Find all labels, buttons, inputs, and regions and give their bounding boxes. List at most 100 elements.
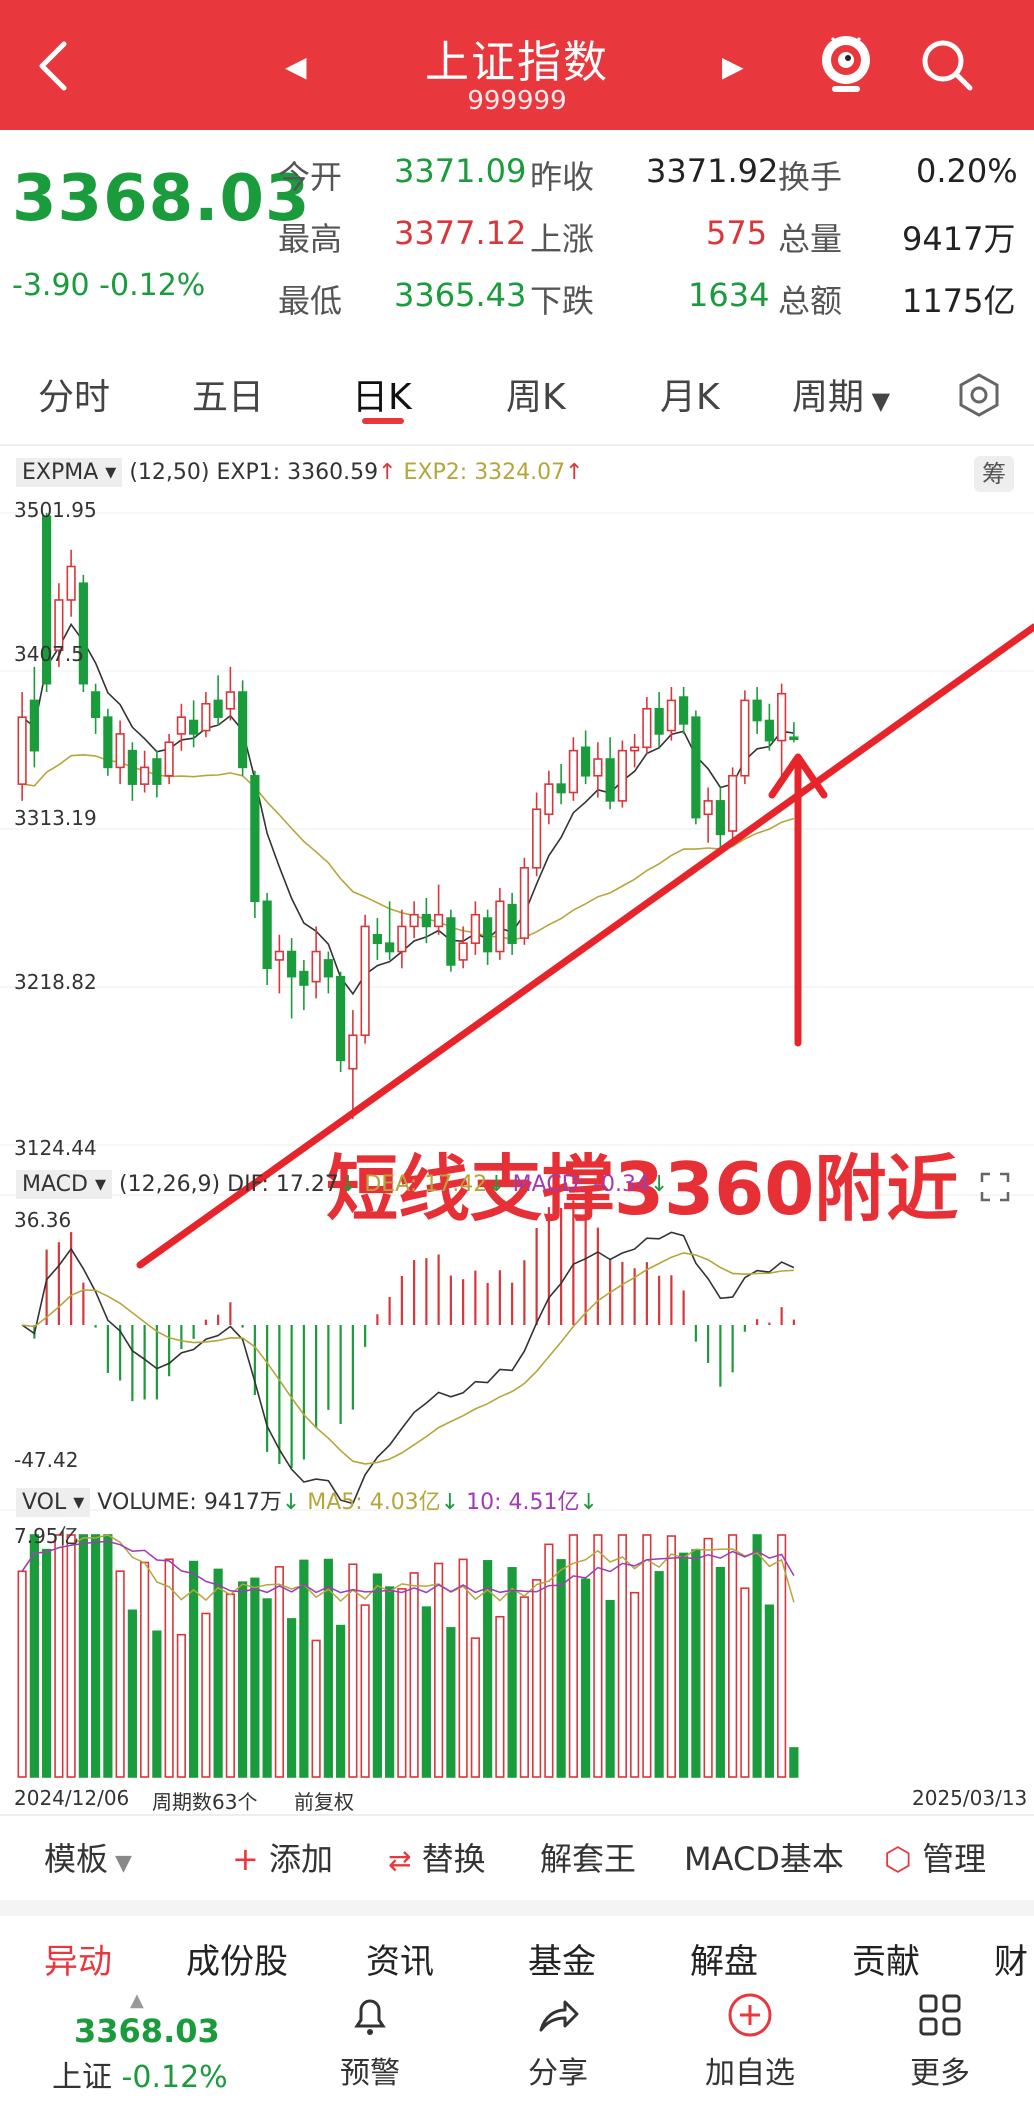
volume-bar [250, 1577, 260, 1778]
candle-body [666, 699, 676, 732]
current-price: 3368.03 [12, 162, 311, 236]
volume-bar [91, 1534, 101, 1778]
candle-body [654, 707, 664, 735]
candle-body [519, 867, 529, 939]
tab-monthly-k[interactable]: 月K [660, 368, 720, 420]
candle-body [176, 716, 186, 735]
tab-funds[interactable]: 基金 [528, 1934, 596, 1983]
indicator-select-macd[interactable]: MACD ▾ [16, 1170, 112, 1199]
volume-bar [42, 1548, 52, 1778]
candle-body [397, 925, 407, 953]
quote-grid: 今开 3371.09 昨收 3371.92 换手 0.20% 最高 3377.1… [278, 144, 1028, 330]
add-button[interactable]: + 添加 [232, 1834, 333, 1880]
top-header: ◀ 上证指数 999999 ▶ [0, 0, 1034, 130]
triangle-right-icon[interactable]: ▶ [722, 50, 744, 83]
tab-contribution[interactable]: 贡献 [852, 1934, 920, 1983]
y-tick-3: 3313.19 [14, 806, 97, 830]
bottom-dock: ▲ 3368.03 上证 -0.12% 预警 分享 加自选 更多 [0, 1990, 1034, 2113]
tab-movement[interactable]: 异动 [44, 1934, 112, 1983]
vol-legend: VOL ▾ VOLUME: 9417万↓ MA5: 4.03亿↓ 10: 4.5… [16, 1484, 598, 1517]
tab-news[interactable]: 资讯 [366, 1934, 434, 1983]
tab-analysis[interactable]: 解盘 [690, 1934, 758, 1983]
dock-index-change[interactable]: 上证 -0.12% [52, 2052, 228, 2096]
candle-body [201, 702, 211, 732]
candle-body [287, 950, 297, 978]
tab-finance[interactable]: 财 [994, 1934, 1028, 1983]
candle-body [189, 719, 199, 735]
quote-row-high: 最高 3377.12 上涨 575 总量 9417万 [278, 214, 1016, 258]
candle-body [323, 959, 333, 978]
volume-bar [434, 1562, 444, 1778]
add-watchlist-button[interactable]: 加自选 [680, 1990, 820, 2092]
candles [17, 512, 799, 1119]
more-button[interactable]: 更多 [870, 1990, 1010, 2092]
tab-daily-k[interactable]: 日K [352, 368, 412, 420]
candle-body [642, 707, 652, 749]
volume-bar [372, 1573, 382, 1778]
macd-basic-button[interactable]: MACD基本 [684, 1834, 844, 1880]
divider [0, 1814, 1034, 1816]
tab-five-day[interactable]: 五日 [192, 368, 264, 420]
candle-body [740, 699, 750, 777]
volume-bar [140, 1561, 150, 1778]
template-button[interactable]: 模板 ▼ [44, 1834, 132, 1880]
search-icon[interactable] [918, 36, 976, 94]
volume-bar [348, 1563, 358, 1778]
tab-intraday[interactable]: 分时 [38, 368, 110, 420]
chip-distribution-button[interactable]: 筹 [974, 456, 1014, 492]
candle-body [299, 970, 309, 986]
candle-body [691, 716, 701, 819]
settings-hex-icon[interactable] [956, 372, 1002, 418]
manage-button[interactable]: ⬡ 管理 [884, 1834, 986, 1880]
hex-gear-icon: ⬡ [884, 1840, 912, 1878]
candle-body [385, 942, 395, 953]
candle-body [311, 950, 321, 983]
info-tabs: 异动 成份股 资讯 基金 解盘 贡献 财 [0, 1924, 1034, 1984]
candle-body [127, 749, 137, 785]
volume-bar [605, 1599, 615, 1778]
volume-bar [446, 1627, 456, 1778]
volume-bar [311, 1639, 321, 1778]
share-button[interactable]: 分享 [488, 1990, 628, 2092]
candle-body [152, 758, 162, 785]
unlock-king-button[interactable]: 解套王 [540, 1834, 636, 1880]
volume-bar [409, 1572, 419, 1778]
volume-bar [152, 1630, 162, 1778]
tab-constituents[interactable]: 成份股 [186, 1934, 288, 1983]
caret-up-icon: ▲ [130, 1990, 144, 2011]
indicator-select-expma[interactable]: EXPMA ▾ [16, 458, 123, 487]
candle-body [458, 942, 468, 961]
dock-index-price[interactable]: 3368.03 [74, 2012, 220, 2050]
candle-body [103, 716, 113, 769]
candle-body [250, 774, 260, 903]
candle-body [470, 913, 480, 944]
share-arrow-icon [539, 2000, 579, 2032]
indicator-select-vol[interactable]: VOL ▾ [16, 1488, 91, 1517]
expand-icon[interactable] [978, 1170, 1012, 1204]
macd-y-bottom: -47.42 [14, 1448, 79, 1472]
candle-body [115, 733, 125, 769]
tab-period[interactable]: 周期 ▼ [792, 368, 890, 420]
replace-button[interactable]: ⇄ 替换 [388, 1834, 486, 1880]
volume-bar [728, 1534, 738, 1778]
vol-y-top: 7.95亿 [14, 1524, 79, 1548]
volume-bar [397, 1588, 407, 1778]
candle-body [238, 691, 248, 769]
alert-button[interactable]: 预警 [300, 1990, 440, 2092]
tab-weekly-k[interactable]: 周K [506, 368, 566, 420]
candle-body [605, 758, 615, 802]
candle-body [593, 758, 603, 777]
volume-bar [78, 1534, 88, 1778]
candle-body [752, 699, 762, 722]
y-tick-1: 3501.95 [14, 498, 97, 522]
mascot-icon[interactable] [818, 30, 874, 96]
candle-body [728, 774, 738, 832]
volume-bar [287, 1618, 297, 1778]
candle-body [409, 913, 419, 928]
candle-body [336, 975, 346, 1062]
volume-bar [189, 1560, 199, 1778]
expma-lines [21, 622, 795, 996]
candle-body [348, 1034, 358, 1070]
candle-body [532, 808, 542, 869]
candle-body [507, 903, 517, 944]
